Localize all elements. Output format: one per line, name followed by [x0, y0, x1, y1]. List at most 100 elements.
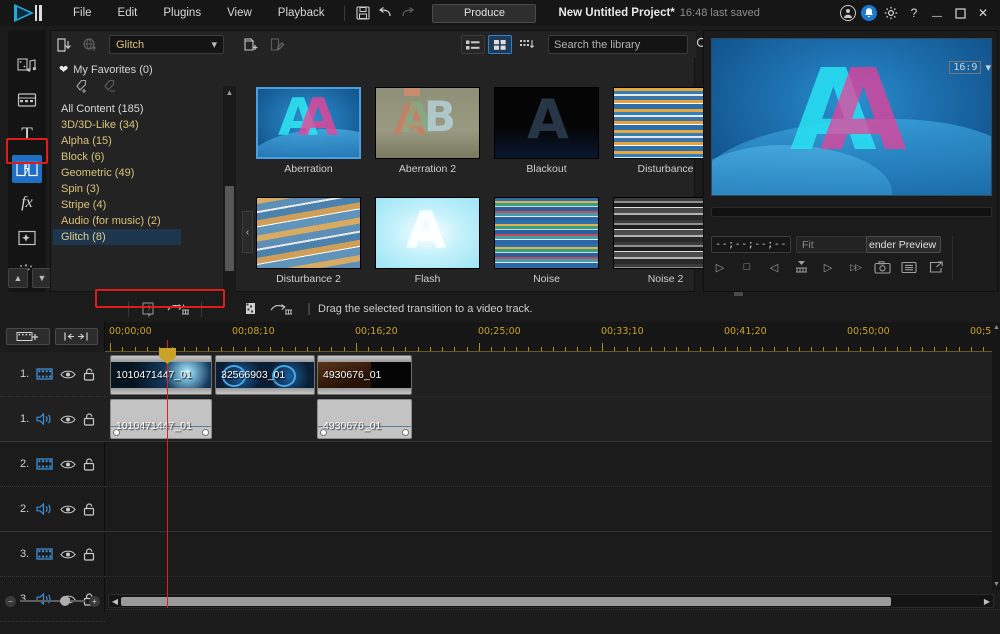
rail-scroll-down-button[interactable]: ▼ [32, 268, 52, 288]
track-lane-video-3[interactable] [105, 532, 1000, 577]
tree-item-glitch[interactable]: Glitch (8) [53, 229, 181, 245]
track-manager-icon[interactable] [55, 328, 99, 345]
track-header-video-1[interactable]: 1. [0, 352, 105, 397]
timeline-vertical-scrollbar[interactable]: ▲ ▼ [992, 322, 1000, 590]
track-header-audio-2[interactable]: 2. [0, 487, 105, 532]
track-header-video-2[interactable]: 2. [0, 442, 105, 487]
sidebar-item-media-room[interactable] [12, 52, 42, 80]
tag-remove-icon[interactable] [103, 79, 121, 96]
timeline-audio-clip[interactable]: 4930676_01 [317, 399, 412, 439]
close-button[interactable]: ✕ [974, 4, 992, 22]
fast-forward-button[interactable]: ▷▷ [846, 258, 864, 276]
menu-playback[interactable]: Playback [265, 3, 338, 23]
rail-scroll-up-button[interactable]: ▲ [8, 268, 28, 288]
zoom-in-button[interactable]: + [89, 596, 100, 607]
eye-icon[interactable] [60, 459, 76, 470]
help-button[interactable]: ? [905, 4, 923, 22]
import-media-icon[interactable] [51, 34, 77, 55]
rename-icon[interactable] [264, 34, 290, 55]
horizontal-scroll-thumb[interactable] [121, 597, 891, 606]
transition-behavior-icon[interactable] [139, 299, 165, 319]
track-lane-video-1[interactable]: 1010471447_01 32566903_01 4930676_ [105, 352, 1000, 397]
tree-scrollbar[interactable]: ▲ ▼ [223, 86, 236, 318]
playhead[interactable] [167, 340, 168, 608]
produce-button[interactable]: Produce [432, 4, 536, 23]
audio-track-icon[interactable] [36, 503, 53, 515]
tree-item-all-content[interactable]: All Content (185) [53, 101, 181, 117]
lock-icon[interactable] [83, 413, 95, 426]
aspect-ratio-selector[interactable]: 16:9 ▾ [949, 61, 991, 74]
tree-item-alpha[interactable]: Alpha (15) [53, 133, 181, 149]
tree-item-audio[interactable]: Audio (for music) (2) [53, 213, 181, 229]
eye-icon[interactable] [60, 414, 76, 425]
display-options-button[interactable] [900, 258, 918, 276]
gear-icon[interactable] [882, 4, 900, 22]
lock-icon[interactable] [83, 458, 95, 471]
redo-icon[interactable] [396, 3, 418, 23]
video-track-icon[interactable] [36, 368, 53, 380]
sidebar-item-effect-room[interactable]: fx [12, 189, 42, 217]
undo-icon[interactable] [374, 3, 396, 23]
menu-file[interactable]: File [60, 3, 105, 23]
previous-frame-button[interactable]: ◁ [765, 258, 783, 276]
download-from-cloud-icon[interactable] [77, 34, 103, 55]
sort-icon[interactable] [515, 35, 539, 54]
library-item-aberration-2[interactable]: A A B Aberration 2 [375, 87, 480, 175]
search-input[interactable] [554, 39, 696, 51]
notification-bell-icon[interactable] [861, 5, 877, 21]
library-item-flash[interactable]: A Flash [375, 197, 480, 285]
popout-preview-button[interactable] [927, 258, 945, 276]
add-track-icon[interactable] [6, 328, 50, 345]
account-icon[interactable] [840, 5, 856, 21]
eye-icon[interactable] [60, 369, 76, 380]
sidebar-item-transition-room[interactable] [12, 155, 42, 183]
menu-edit[interactable]: Edit [105, 3, 151, 23]
eye-icon[interactable] [60, 504, 76, 515]
scroll-right-arrow[interactable]: ▶ [981, 597, 993, 606]
lock-icon[interactable] [83, 503, 95, 516]
library-category-dropdown[interactable]: Glitch ▾ [109, 35, 224, 54]
list-view-icon[interactable] [461, 35, 485, 54]
timeline-horizontal-scrollbar[interactable]: ◀ ▶ [108, 594, 994, 608]
scroll-up-arrow[interactable]: ▲ [993, 324, 1000, 331]
audio-track-icon[interactable] [36, 413, 53, 425]
tree-item-block[interactable]: Block (6) [53, 149, 181, 165]
render-preview-button[interactable]: ender Preview [866, 236, 941, 253]
menu-view[interactable]: View [214, 3, 265, 23]
tag-add-icon[interactable] [75, 79, 93, 96]
sidebar-item-title-room[interactable]: T [12, 121, 42, 149]
tree-item-spin[interactable]: Spin (3) [53, 181, 181, 197]
tree-scroll-up-arrow[interactable]: ▲ [223, 86, 236, 98]
zoom-knob[interactable] [60, 596, 70, 606]
next-frame-button[interactable]: ▷ [819, 258, 837, 276]
zoom-out-button[interactable]: − [5, 596, 16, 607]
library-item-disturbance-2[interactable]: Disturbance 2 [256, 197, 361, 285]
track-lane-audio-1[interactable]: 1010471447_01 4930676_01 [105, 397, 1000, 442]
track-header-audio-1[interactable]: 1. [0, 397, 105, 442]
library-item-aberration[interactable]: A A Aberration [256, 87, 361, 175]
library-item-blackout[interactable]: A Blackout [494, 87, 599, 175]
my-favorites-row[interactable]: ❤ My Favorites (0) [53, 59, 181, 78]
timeline-zoom-slider[interactable]: − + [0, 590, 105, 612]
new-folder-icon[interactable] [238, 34, 264, 55]
track-header-video-3[interactable]: 3. [0, 532, 105, 577]
track-lane-audio-2[interactable] [105, 487, 1000, 532]
lock-icon[interactable] [83, 368, 95, 381]
menu-plugins[interactable]: Plugins [150, 3, 214, 23]
sidebar-item-room-slideshow[interactable] [12, 86, 42, 114]
stop-button[interactable]: □ [738, 258, 756, 276]
tree-item-3d[interactable]: 3D/3D-Like (34) [53, 117, 181, 133]
track-lane-video-2[interactable] [105, 442, 1000, 487]
preview-timecode[interactable]: --;--;--;-- [711, 236, 791, 253]
tree-scroll-thumb[interactable] [225, 186, 234, 271]
scroll-left-arrow[interactable]: ◀ [109, 597, 121, 606]
video-track-icon[interactable] [36, 458, 53, 470]
tree-item-geometric[interactable]: Geometric (49) [53, 165, 181, 181]
eye-icon[interactable] [60, 549, 76, 560]
timeline-clip[interactable]: 4930676_01 [317, 355, 412, 395]
zoom-track[interactable] [20, 600, 85, 602]
timeline-ruler[interactable]: 00;00;00 00;08;10 00;16;20 00;25;00 00;3… [105, 322, 1000, 352]
scroll-down-arrow[interactable]: ▼ [993, 581, 1000, 588]
tree-item-stripe[interactable]: Stripe (4) [53, 197, 181, 213]
timeline-clip[interactable]: 1010471447_01 [110, 355, 212, 395]
